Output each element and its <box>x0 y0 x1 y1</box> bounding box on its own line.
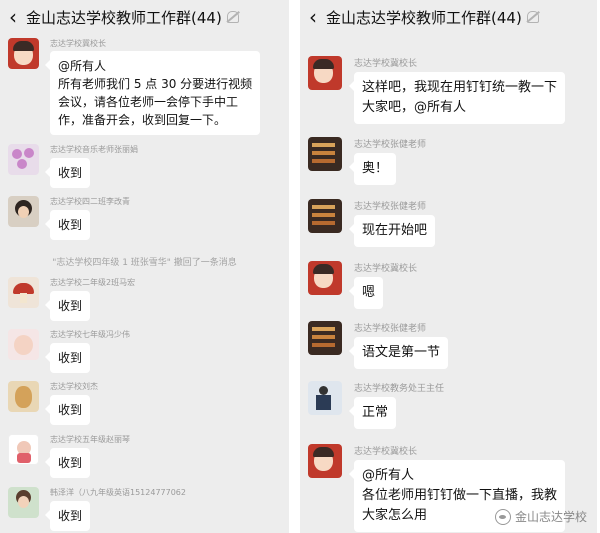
message-text: 现在开始吧 <box>362 223 428 238</box>
message-line: 大家吧，@所有人 <box>362 100 467 115</box>
back-chevron-icon[interactable]: ‹ <box>300 0 326 34</box>
message-bubble[interactable]: 嗯 <box>348 277 384 309</box>
avatar[interactable] <box>8 381 39 412</box>
message-line: 会议，请各位老师一会停下手中工 <box>58 95 239 109</box>
sender-name: 志达学校五年级赵丽琴 <box>50 435 130 444</box>
system-notice: "志达学校四年级 1 班张雪华" 撤回了一条消息 <box>52 258 237 268</box>
sender-name: 志达学校刘杰 <box>50 382 98 391</box>
message-bubble[interactable]: 收到 <box>44 501 91 531</box>
message-text: 奥！ <box>362 161 389 176</box>
message-line: 各位老师用钉钉做一下直播，我教 <box>362 488 558 503</box>
message-line: 所有老师我们 5 点 30 分要进行视频 <box>58 77 253 91</box>
chat-title: 金山志达学校教师工作群(44) <box>26 8 222 27</box>
sender-name: 志达学校七年级冯少伟 <box>50 330 130 339</box>
message-bubble[interactable]: 语文是第一节 <box>348 337 449 369</box>
message-line: 作，准备开会，收到回复一下。 <box>58 113 227 127</box>
chat-panel-left: ‹ 金山志达学校教师工作群(44) 志达学校冀校长 @所有人 所有老师我们 5 … <box>0 0 289 533</box>
avatar[interactable] <box>8 277 39 308</box>
chat-header: ‹ 金山志达学校教师工作群(44) <box>300 0 597 34</box>
avatar[interactable] <box>308 444 342 478</box>
message-bubble[interactable]: 现在开始吧 <box>348 215 436 247</box>
avatar[interactable] <box>308 56 342 90</box>
message-text: 收到 <box>58 403 83 417</box>
message-text: 收到 <box>58 351 83 365</box>
message-text: 收到 <box>58 509 83 523</box>
sender-name: 志达学校冀校长 <box>50 39 106 48</box>
sender-name: 志达学校冀校长 <box>354 59 418 69</box>
message-line: @所有人 <box>362 468 415 483</box>
message-bubble[interactable]: 收到 <box>44 343 91 373</box>
sender-name: 志达学校二年级2班马宏 <box>50 278 136 287</box>
message-bubble[interactable]: 收到 <box>44 158 91 188</box>
bell-off-icon <box>526 11 539 23</box>
sender-name: 志达学校冀校长 <box>354 264 418 274</box>
wechat-official-account-icon <box>494 508 511 525</box>
avatar[interactable] <box>8 434 39 465</box>
message-bubble[interactable]: 收到 <box>44 291 91 321</box>
avatar[interactable] <box>308 199 342 233</box>
message-bubble[interactable]: 收到 <box>44 395 91 425</box>
sender-name: 志达学校张健老师 <box>354 202 427 212</box>
avatar[interactable] <box>8 196 39 227</box>
sender-name: 志达学校冀校长 <box>354 447 418 457</box>
message-line: 这样吧，我现在用钉钉统一教一下 <box>362 80 558 95</box>
sender-name: 志达学校张健老师 <box>354 324 427 334</box>
chat-panel-right: ‹ 金山志达学校教师工作群(44) 志达学校冀校长 这样吧，我现在用钉钉统一教一… <box>300 0 597 533</box>
message-text: 正常 <box>362 405 389 420</box>
message-text: 收到 <box>58 456 83 470</box>
sender-name: 志达学校张健老师 <box>354 140 427 150</box>
message-bubble[interactable]: 正常 <box>348 397 397 429</box>
message-text: 语文是第一节 <box>362 345 441 360</box>
sender-name: 韩泽洋（八九年级英语15124777062 <box>50 488 186 497</box>
avatar[interactable] <box>8 38 39 69</box>
sender-name: 志达学校四二班李改青 <box>50 197 130 206</box>
watermark: 金山志达学校 <box>494 508 587 525</box>
avatar[interactable] <box>8 329 39 360</box>
chat-title: 金山志达学校教师工作群(44) <box>326 8 522 27</box>
avatar[interactable] <box>308 381 342 415</box>
message-text: 收到 <box>58 166 83 180</box>
avatar[interactable] <box>308 137 342 171</box>
avatar[interactable] <box>8 144 39 175</box>
message-text: 收到 <box>58 218 83 232</box>
message-bubble[interactable]: 这样吧，我现在用钉钉统一教一下 大家吧，@所有人 <box>348 72 566 124</box>
chat-header: ‹ 金山志达学校教师工作群(44) <box>0 0 289 34</box>
message-text: 收到 <box>58 299 83 313</box>
back-chevron-icon[interactable]: ‹ <box>0 0 26 34</box>
message-bubble[interactable]: 奥！ <box>348 153 397 185</box>
message-bubble[interactable]: 收到 <box>44 448 91 478</box>
message-text: 嗯 <box>362 285 376 300</box>
avatar[interactable] <box>8 487 39 518</box>
avatar[interactable] <box>308 321 342 355</box>
sender-name: 志达学校音乐老师张丽娟 <box>50 145 138 154</box>
avatar[interactable] <box>308 261 342 295</box>
bell-off-icon <box>226 11 239 23</box>
message-bubble[interactable]: 收到 <box>44 210 91 240</box>
message-line: @所有人 <box>58 59 107 73</box>
watermark-text: 金山志达学校 <box>514 510 587 524</box>
sender-name: 志达学校教务处王主任 <box>354 384 445 394</box>
message-bubble[interactable]: @所有人 所有老师我们 5 点 30 分要进行视频 会议，请各位老师一会停下手中… <box>44 51 261 135</box>
